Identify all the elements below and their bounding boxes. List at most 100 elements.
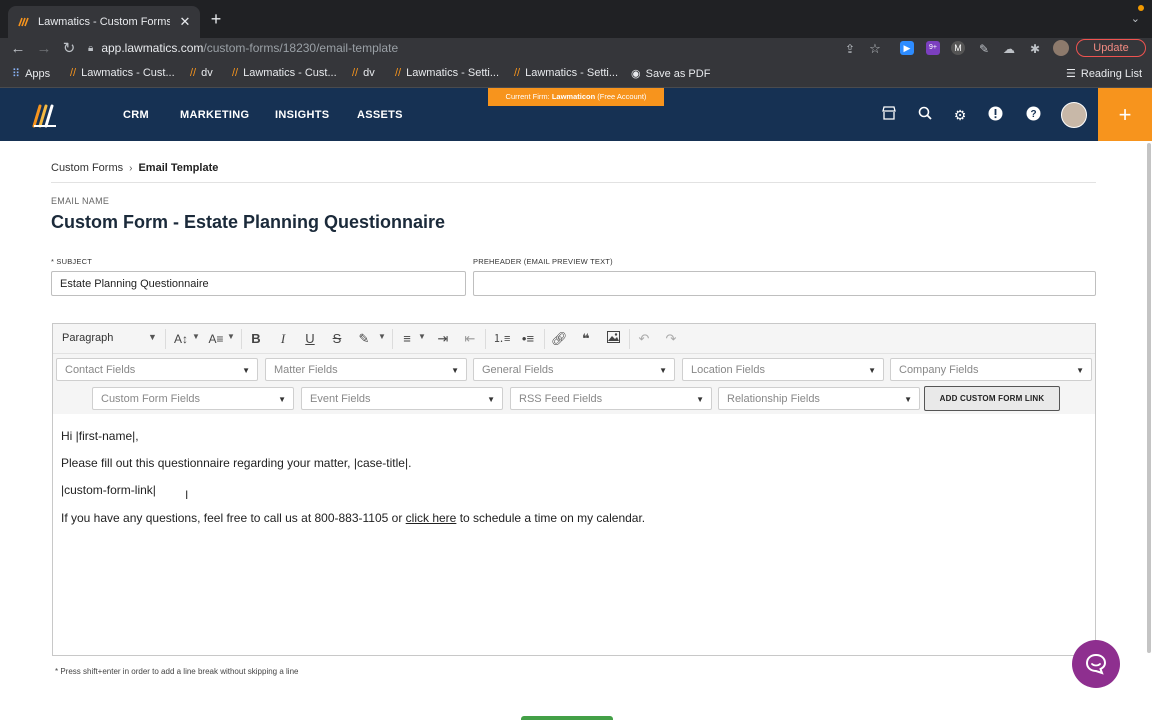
store-icon[interactable] bbox=[880, 106, 898, 124]
subject-input[interactable] bbox=[51, 271, 466, 296]
body-line-instruction: Please fill out this questionnaire regar… bbox=[61, 456, 412, 470]
outdent-icon[interactable]: ⇤ bbox=[462, 330, 478, 348]
new-tab-icon[interactable]: + bbox=[208, 10, 224, 28]
page-title: Custom Form - Estate Planning Questionna… bbox=[51, 212, 446, 232]
rss-feed-fields-select[interactable]: RSS Feed Fields ▼ bbox=[510, 387, 712, 410]
bookmark-item[interactable]: // dv bbox=[190, 67, 213, 79]
lawmatics-favicon-icon bbox=[16, 15, 30, 29]
font-family-icon[interactable]: A≡ bbox=[208, 330, 224, 348]
toolbar-divider bbox=[165, 329, 166, 349]
quick-add-button[interactable]: + bbox=[1098, 88, 1152, 141]
help-icon[interactable]: ? bbox=[1024, 106, 1042, 124]
select-label: Location Fields bbox=[691, 364, 765, 376]
toolbar-divider bbox=[485, 329, 486, 349]
chevron-down-icon: ▼ bbox=[278, 395, 286, 404]
relationship-fields-select[interactable]: Relationship Fields ▼ bbox=[718, 387, 920, 410]
banner-suffix: (Free Account) bbox=[595, 92, 647, 101]
indent-icon[interactable]: ⇥ bbox=[435, 330, 451, 348]
url-field[interactable]: 🔒︎ app.lawmatics.com/custom-forms/18230/… bbox=[88, 38, 888, 58]
puzzle-extensions-icon[interactable]: ✱ bbox=[1027, 39, 1043, 59]
breadcrumb-custom-forms[interactable]: Custom Forms bbox=[51, 162, 123, 174]
editor-content-area[interactable]: Hi |first-name|, Please fill out this qu… bbox=[53, 416, 1095, 655]
bookmark-item[interactable]: // Lawmatics - Setti... bbox=[514, 67, 618, 79]
lawmatics-favicon-icon: // bbox=[514, 67, 521, 79]
nav-assets[interactable]: ASSETS bbox=[357, 109, 403, 121]
share-icon[interactable]: ⇪ bbox=[842, 39, 858, 59]
browser-tab-active[interactable]: Lawmatics - Custom Forms - Email Templat… bbox=[8, 6, 200, 38]
strikethrough-icon[interactable]: S bbox=[329, 330, 345, 348]
zoom-extension-icon[interactable]: ▶ bbox=[900, 41, 914, 55]
nav-crm[interactable]: CRM bbox=[123, 109, 149, 121]
underline-icon[interactable]: U bbox=[302, 330, 318, 348]
browser-address-bar: ← → ↻ 🔒︎ app.lawmatics.com/custom-forms/… bbox=[0, 38, 1152, 60]
location-fields-select[interactable]: Location Fields ▼ bbox=[682, 358, 884, 381]
select-label: Custom Form Fields bbox=[101, 393, 201, 405]
chevron-down-icon: ▼ bbox=[378, 332, 386, 341]
chevron-down-icon: ▼ bbox=[659, 366, 667, 375]
bookmark-item[interactable]: // Lawmatics - Cust... bbox=[70, 67, 175, 79]
select-label: RSS Feed Fields bbox=[519, 393, 603, 405]
cloud-extension-icon[interactable]: ☁ bbox=[1001, 39, 1017, 59]
add-custom-form-link-button[interactable]: ADD CUSTOM FORM LINK bbox=[924, 386, 1060, 411]
bold-icon[interactable]: B bbox=[248, 330, 264, 348]
matter-fields-select[interactable]: Matter Fields ▼ bbox=[265, 358, 467, 381]
click-here-link[interactable]: click here bbox=[406, 511, 457, 525]
gear-icon[interactable]: ⚙ bbox=[951, 106, 969, 124]
contact-fields-select[interactable]: Contact Fields ▼ bbox=[56, 358, 258, 381]
forward-arrow-icon[interactable]: → bbox=[36, 39, 52, 59]
bookmark-label: Lawmatics - Cust... bbox=[81, 67, 175, 79]
banner-prefix: Current Firm: bbox=[505, 92, 552, 101]
blockquote-icon[interactable]: ❝ bbox=[578, 330, 594, 348]
reload-icon[interactable]: ↻ bbox=[61, 39, 77, 59]
undo-icon[interactable]: ↶ bbox=[636, 330, 652, 348]
reading-list-button[interactable]: ☰ Reading List bbox=[1066, 67, 1142, 81]
bookmark-star-icon[interactable]: ☆ bbox=[867, 39, 883, 59]
update-button[interactable]: Update bbox=[1076, 39, 1146, 57]
font-size-icon[interactable]: A↕ bbox=[173, 330, 189, 348]
general-fields-select[interactable]: General Fields ▼ bbox=[473, 358, 675, 381]
pen-extension-icon[interactable]: ✎ bbox=[976, 39, 992, 59]
tab-search-chevron-icon[interactable]: ⌄ bbox=[1131, 12, 1140, 25]
bullet-list-icon[interactable]: •≡ bbox=[520, 330, 536, 348]
body-line-greeting: Hi |first-name|, bbox=[61, 429, 139, 443]
extension-badge-icon[interactable]: 9+ bbox=[926, 41, 940, 55]
email-body-editor: Paragraph ▼ A↕ ▼ A≡ ▼ B I U S ✎ ▼ ≡ ▼ ⇥ … bbox=[52, 323, 1096, 656]
custom-form-fields-select[interactable]: Custom Form Fields ▼ bbox=[92, 387, 294, 410]
bookmark-save-as-pdf[interactable]: ◉ Save as PDF bbox=[631, 67, 711, 81]
align-left-icon[interactable]: ≡ bbox=[399, 330, 415, 348]
preheader-input[interactable] bbox=[473, 271, 1096, 296]
chat-support-button[interactable] bbox=[1072, 640, 1120, 688]
m-extension-icon[interactable]: M bbox=[951, 41, 965, 55]
search-icon[interactable] bbox=[916, 106, 934, 124]
editor-toolbar: Paragraph ▼ A↕ ▼ A≡ ▼ B I U S ✎ ▼ ≡ ▼ ⇥ … bbox=[53, 324, 1095, 354]
bookmark-item[interactable]: // Lawmatics - Setti... bbox=[395, 67, 499, 79]
chat-bubble-icon bbox=[1085, 653, 1107, 675]
italic-icon[interactable]: I bbox=[275, 330, 291, 348]
bookmark-item[interactable]: // Lawmatics - Cust... bbox=[232, 67, 337, 79]
bookmark-label: Save as PDF bbox=[645, 67, 711, 80]
image-icon[interactable] bbox=[605, 330, 621, 348]
back-arrow-icon[interactable]: ← bbox=[10, 39, 26, 59]
profile-avatar-icon[interactable] bbox=[1053, 40, 1069, 56]
page-scrollbar-thumb[interactable] bbox=[1147, 143, 1151, 653]
ordered-list-icon[interactable]: ⒈≡ bbox=[493, 330, 510, 348]
nav-insights[interactable]: INSIGHTS bbox=[275, 109, 329, 121]
bookmark-apps[interactable]: ⠿ Apps bbox=[12, 67, 50, 81]
select-label: General Fields bbox=[482, 364, 554, 376]
breadcrumb-divider bbox=[51, 182, 1096, 183]
breadcrumb: Custom Forms › Email Template bbox=[51, 162, 218, 174]
nav-marketing[interactable]: MARKETING bbox=[180, 109, 249, 121]
link-icon[interactable]: 🔗︎ bbox=[551, 330, 568, 348]
user-avatar[interactable] bbox=[1061, 102, 1087, 128]
tab-close-icon[interactable]: ✕ bbox=[178, 14, 192, 30]
block-format-select[interactable]: Paragraph bbox=[62, 332, 113, 344]
save-button[interactable] bbox=[521, 716, 613, 720]
event-fields-select[interactable]: Event Fields ▼ bbox=[301, 387, 503, 410]
bookmark-item[interactable]: // dv bbox=[352, 67, 375, 79]
company-fields-select[interactable]: Company Fields ▼ bbox=[890, 358, 1092, 381]
lawmatics-logo-icon[interactable] bbox=[30, 100, 60, 130]
line-break-hint: * Press shift+enter in order to add a li… bbox=[55, 667, 299, 676]
alert-icon[interactable] bbox=[986, 106, 1004, 124]
highlight-icon[interactable]: ✎ bbox=[356, 330, 372, 348]
redo-icon[interactable]: ↷ bbox=[663, 330, 679, 348]
